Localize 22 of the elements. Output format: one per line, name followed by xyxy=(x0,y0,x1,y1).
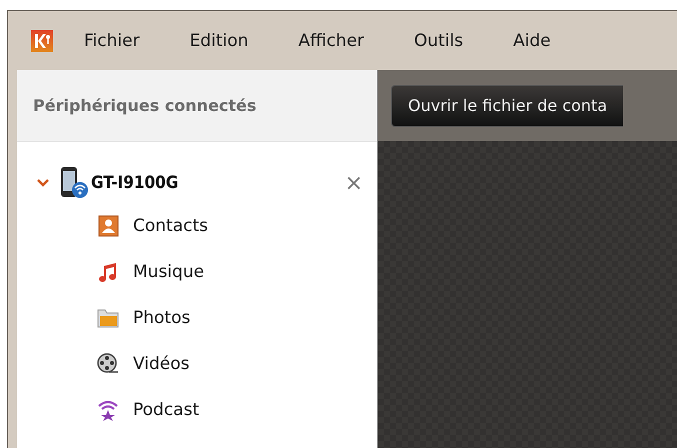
tree-item[interactable]: Musique xyxy=(133,262,204,282)
tree-item[interactable]: Vidéos xyxy=(133,354,190,374)
contact-card-icon xyxy=(97,215,119,237)
chevron-icon[interactable] xyxy=(37,179,49,187)
film-reel-icon xyxy=(97,353,119,375)
phone-wifi-icon xyxy=(59,166,89,200)
music-note-icon xyxy=(97,261,119,283)
menu-item[interactable]: Afficher xyxy=(298,30,364,50)
photo-folder-icon xyxy=(97,307,119,329)
open-file-button[interactable]: Ouvrir le fichier de conta xyxy=(391,84,624,126)
menu-item[interactable]: Edition xyxy=(190,30,248,50)
close-button[interactable]: × xyxy=(344,170,363,196)
tree-item[interactable]: Podcast xyxy=(133,400,200,420)
sidebar-title: Périphériques connectés xyxy=(33,96,256,115)
device-name[interactable]: GT-I9100G xyxy=(91,173,178,193)
tree-item[interactable]: Photos xyxy=(133,308,190,328)
menu-item[interactable]: Outils xyxy=(414,30,464,50)
menu-item[interactable]: Fichier xyxy=(84,30,140,50)
menu-item[interactable]: Aide xyxy=(513,30,551,50)
tree-item[interactable]: Contacts xyxy=(133,216,208,236)
app-logo-icon xyxy=(31,30,53,52)
podcast-icon xyxy=(97,399,119,421)
